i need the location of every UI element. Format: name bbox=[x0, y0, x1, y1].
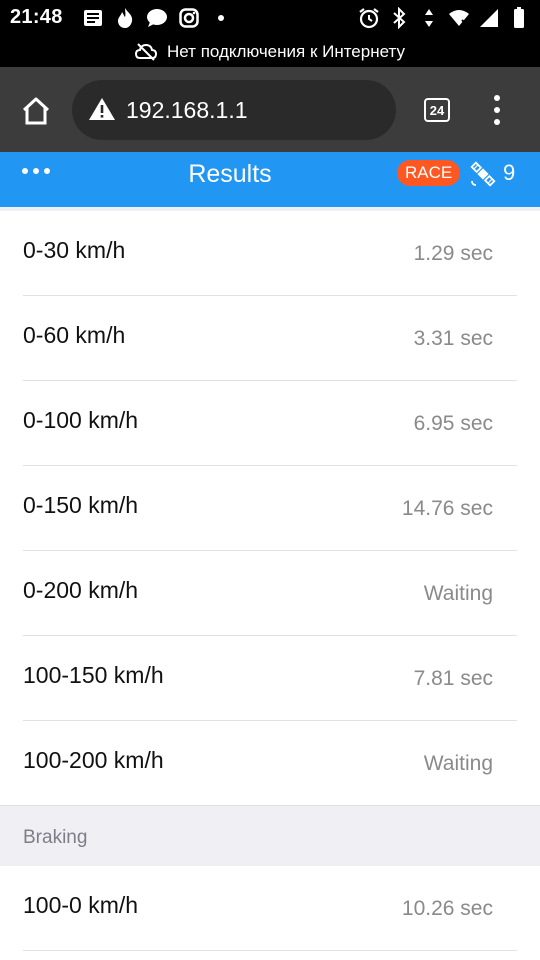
status-bar: 21:48 bbox=[0, 0, 540, 37]
alarm-icon bbox=[358, 7, 380, 29]
url-text: 192.168.1.1 bbox=[126, 97, 248, 123]
braking-section: 100-0 km/h 10.26 sec bbox=[0, 866, 540, 951]
bluetooth-icon bbox=[388, 7, 410, 29]
section-header-braking: Braking bbox=[0, 805, 540, 866]
browser-toolbar: 192.168.1.1 24 bbox=[0, 67, 540, 152]
acceleration-section: 0-30 km/h 1.29 sec 0-60 km/h 3.31 sec 0-100 … bbox=[0, 211, 540, 805]
browser-menu-button[interactable] bbox=[487, 95, 507, 125]
instagram-icon bbox=[178, 7, 200, 29]
address-bar[interactable]: 192.168.1.1 bbox=[72, 80, 396, 140]
home-button[interactable] bbox=[14, 89, 58, 133]
satellite-icon bbox=[469, 160, 497, 193]
chat-icon bbox=[146, 7, 168, 29]
fire-icon bbox=[114, 7, 136, 29]
satellite-count: 9 bbox=[503, 160, 516, 185]
result-label: 0-30 km/h bbox=[23, 237, 126, 263]
news-icon bbox=[82, 7, 104, 29]
menu-dot-icon bbox=[494, 95, 500, 101]
tab-switcher-button[interactable]: 24 bbox=[424, 98, 450, 122]
result-value: 6.95 sec bbox=[413, 412, 493, 435]
result-label: 100-150 km/h bbox=[23, 662, 164, 688]
results-list: 0-30 km/h 1.29 sec 0-60 km/h 3.31 sec 0-100 … bbox=[0, 207, 540, 951]
result-value: 10.26 sec bbox=[401, 897, 493, 920]
result-value: 7.81 sec bbox=[413, 667, 493, 690]
list-item[interactable]: 100-200 km/h Waiting bbox=[23, 721, 517, 805]
result-label: 0-100 km/h bbox=[23, 407, 139, 433]
result-value: 14.76 sec bbox=[401, 497, 493, 520]
menu-dot-icon bbox=[494, 107, 500, 113]
list-item[interactable]: 0-60 km/h 3.31 sec bbox=[23, 296, 517, 381]
page-title: Results bbox=[188, 160, 272, 188]
menu-dot-icon bbox=[494, 119, 500, 125]
status-time: 21:48 bbox=[10, 6, 63, 28]
list-item[interactable]: 0-100 km/h 6.95 sec bbox=[23, 381, 517, 466]
section-title: Braking bbox=[23, 827, 88, 848]
warning-icon[interactable] bbox=[88, 97, 116, 126]
result-value: Waiting bbox=[423, 752, 493, 775]
result-label: 100-200 km/h bbox=[23, 747, 164, 773]
result-value: Waiting bbox=[423, 582, 493, 605]
list-item[interactable]: 0-150 km/h 14.76 sec bbox=[23, 466, 517, 551]
signal-icon bbox=[478, 7, 500, 29]
list-item[interactable]: 0-200 km/h Waiting bbox=[23, 551, 517, 636]
data-arrows-icon bbox=[418, 7, 440, 29]
offline-banner: Нет подключения к Интернету bbox=[0, 37, 540, 67]
list-item[interactable]: 100-0 km/h 10.26 sec bbox=[23, 866, 517, 951]
dot-icon bbox=[210, 7, 232, 29]
result-label: 100-0 km/h bbox=[23, 892, 139, 918]
home-icon bbox=[22, 97, 50, 125]
battery-icon bbox=[508, 7, 530, 29]
result-value: 3.31 sec bbox=[413, 327, 493, 350]
result-label: 0-60 km/h bbox=[23, 322, 126, 348]
result-label: 0-150 km/h bbox=[23, 492, 139, 518]
wifi-off-icon bbox=[448, 7, 470, 29]
result-label: 0-200 km/h bbox=[23, 577, 139, 603]
result-value: 1.29 sec bbox=[413, 242, 493, 265]
offline-text: Нет подключения к Интернету bbox=[167, 42, 405, 61]
race-mode-badge[interactable]: RACE bbox=[397, 160, 461, 186]
list-item[interactable]: 0-30 km/h 1.29 sec bbox=[23, 211, 517, 296]
list-item[interactable]: 100-150 km/h 7.81 sec bbox=[23, 636, 517, 721]
app-header: Results RACE 9 bbox=[0, 152, 540, 207]
cloud-off-icon bbox=[135, 43, 158, 61]
